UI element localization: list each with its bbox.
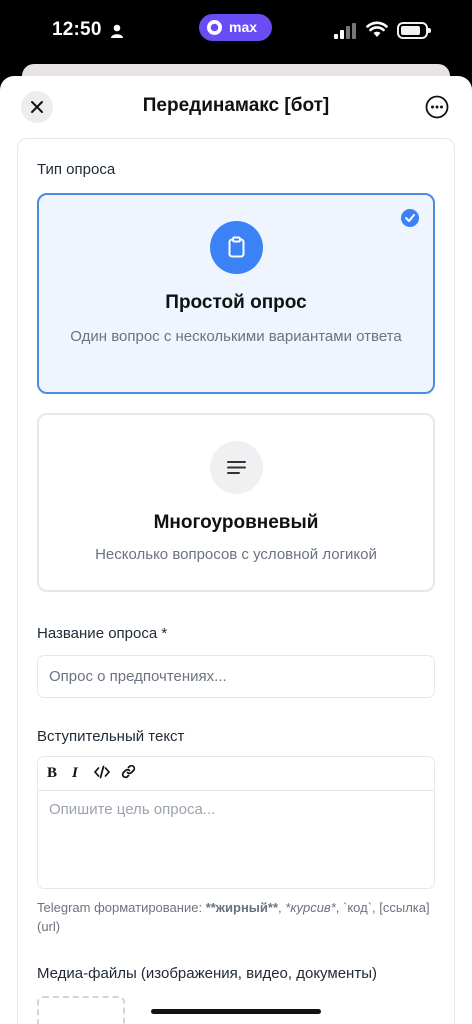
poll-type-multilevel-description: Несколько вопросов с условной логикой <box>95 546 377 563</box>
poll-type-simple-card[interactable]: Простой опрос Один вопрос с несколькими … <box>37 193 435 394</box>
formatting-help-text: Telegram форматирование: **жирный**, *ку… <box>37 898 437 936</box>
person-icon <box>111 24 123 38</box>
cellular-signal-icon <box>334 23 356 39</box>
more-icon <box>425 95 449 119</box>
media-label: Медиа-файлы (изображения, видео, докумен… <box>37 965 377 982</box>
poll-type-label: Тип опроса <box>37 161 116 178</box>
poll-name-input[interactable] <box>37 655 435 698</box>
battery-icon <box>397 22 431 39</box>
help-bold: **жирный** <box>205 900 279 915</box>
intro-text-label: Вступительный текст <box>37 728 185 745</box>
max-logo-icon <box>207 20 222 35</box>
help-italic: *курсив* <box>285 900 336 915</box>
lines-icon <box>210 441 263 494</box>
poll-form: Тип опроса Простой опрос Один вопрос с н… <box>17 138 455 1024</box>
media-dropzone[interactable] <box>37 996 125 1024</box>
bold-button[interactable]: B <box>47 763 57 783</box>
intro-text-area[interactable] <box>38 791 434 888</box>
code-icon <box>94 765 110 778</box>
home-indicator <box>151 1009 321 1014</box>
sheet-header: Перединамакс [бот] <box>0 76 472 138</box>
poll-name-label: Название опроса * <box>37 625 168 642</box>
poll-type-simple-description: Один вопрос с несколькими вариантами отв… <box>70 328 402 345</box>
link-icon <box>121 764 136 779</box>
wifi-icon <box>366 21 388 37</box>
clipboard-icon <box>210 221 263 274</box>
code-button[interactable] <box>94 763 110 783</box>
poll-type-multilevel-title: Многоуровневый <box>153 512 319 533</box>
poll-type-simple-title: Простой опрос <box>165 292 307 313</box>
formatting-toolbar: B I <box>38 757 434 791</box>
more-options-button[interactable] <box>425 95 449 119</box>
link-button[interactable] <box>121 763 136 783</box>
poll-type-multilevel-card[interactable]: Многоуровневый Несколько вопросов с усло… <box>37 413 435 592</box>
intro-text-editor: B I <box>37 756 435 889</box>
status-bar: 12:50 max <box>0 0 472 62</box>
sheet-title: Перединамакс [бот] <box>142 95 330 116</box>
status-time: 12:50 <box>52 19 102 40</box>
selected-check-icon <box>401 209 419 227</box>
help-prefix: Telegram форматирование: <box>37 900 206 915</box>
max-app-pill[interactable]: max <box>199 14 272 41</box>
max-pill-label: max <box>229 19 258 35</box>
italic-button[interactable]: I <box>72 763 78 783</box>
bot-sheet: Перединамакс [бот] Тип опроса Простой оп <box>0 76 472 1024</box>
